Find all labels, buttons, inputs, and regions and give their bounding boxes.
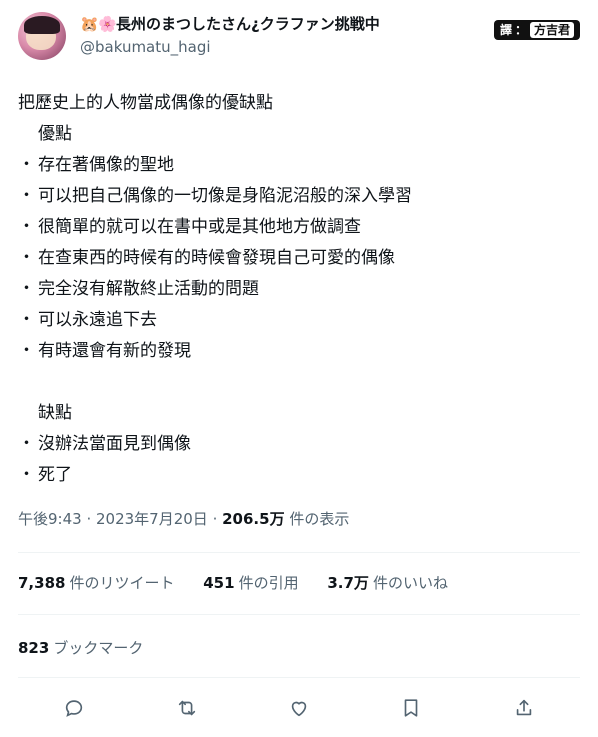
bookmark-icon	[405, 699, 418, 717]
post-time[interactable]: 午後9:43	[18, 510, 82, 528]
section-heading: 優點	[38, 124, 72, 144]
bullet-mark: ・	[18, 465, 35, 485]
quotes-count: 451	[203, 574, 235, 592]
likes-stat[interactable]: 3.7万 件のいいね	[327, 572, 448, 593]
bookmark-button[interactable]	[395, 692, 427, 724]
quotes-label: 件の引用	[238, 574, 299, 592]
list-item-text: 可以永遠追下去	[38, 310, 157, 330]
translator-badge: 譯：方吉君	[493, 20, 580, 40]
post-date[interactable]: 2023年7月20日	[96, 510, 208, 528]
retweets-label: 件のリツイート	[69, 574, 175, 592]
bullet-mark: ・	[18, 217, 35, 237]
list-item-text: 沒辦法當面見到偶像	[38, 434, 191, 454]
list-item: ・在查東西的時候有的時候會發現自己可愛的偶像	[18, 243, 578, 274]
list-item: ・可以永遠追下去	[18, 305, 578, 336]
list-item-text: 死了	[38, 465, 72, 485]
likes-count: 3.7万	[327, 574, 369, 592]
display-name: 長州のまつしたさん¿クラファン挑戦中	[116, 15, 380, 33]
retweet-button[interactable]	[171, 692, 203, 724]
list-item: ・可以把自己偶像的一切像是身陷泥沼般的深入學習	[18, 181, 578, 212]
bookmarks-label: ブックマーク	[53, 639, 144, 657]
divider	[18, 677, 580, 678]
meta-separator: ·	[81, 510, 96, 528]
bookmarks-stat[interactable]: 823 ブックマーク	[18, 637, 143, 658]
hamster-emoji-icon: 🐹	[80, 15, 99, 33]
quotes-stat[interactable]: 451 件の引用	[203, 572, 298, 593]
likes-label: 件のいいね	[372, 574, 448, 592]
divider	[18, 552, 580, 553]
like-button[interactable]	[283, 692, 315, 724]
section-heading: 缺點	[38, 403, 72, 423]
retweets-count: 7,388	[18, 574, 66, 592]
reply-icon	[66, 700, 83, 717]
list-item: ・有時還會有新的發現	[18, 336, 578, 367]
bullet-mark: ・	[18, 341, 35, 361]
post-meta: 午後9:43 · 2023年7月20日 · 206.5万 件の表示	[18, 508, 349, 529]
author-block: 🐹🌸長州のまつしたさん¿クラファン挑戦中 @bakumatu_hagi	[80, 14, 380, 58]
list-item: ・死了	[18, 460, 578, 491]
blossom-emoji-icon: 🌸	[98, 15, 117, 33]
views-label: 件の表示	[284, 510, 350, 528]
divider	[18, 614, 580, 615]
translator-separator: ：	[514, 23, 527, 37]
views-count: 206.5万	[222, 510, 285, 528]
list-item-text: 可以把自己偶像的一切像是身陷泥沼般的深入學習	[38, 186, 412, 206]
retweet-icon	[178, 700, 195, 716]
meta-separator: ·	[207, 510, 223, 528]
handle[interactable]: @bakumatu_hagi	[80, 36, 380, 58]
like-icon	[291, 701, 307, 717]
bullet-mark: ・	[18, 310, 35, 330]
share-icon	[516, 699, 531, 716]
action-bar	[18, 692, 580, 724]
retweets-stat[interactable]: 7,388 件のリツイート	[18, 572, 174, 593]
list-item-text: 很簡單的就可以在書中或是其他地方做調查	[38, 217, 361, 237]
list-item: ・完全沒有解散終止活動的問題	[18, 274, 578, 305]
translator-name: 方吉君	[529, 22, 574, 38]
list-item-text: 完全沒有解散終止活動的問題	[38, 279, 259, 299]
list-item: ・存在著偶像的聖地	[18, 150, 578, 181]
bullet-mark: ・	[18, 186, 35, 206]
post-title-line: 把歷史上的人物當成偶像的優缺點	[18, 93, 273, 113]
post-stats: 7,388 件のリツイート 451 件の引用 3.7万 件のいいね	[18, 572, 472, 593]
avatar[interactable]	[18, 12, 66, 60]
bullet-mark: ・	[18, 155, 35, 175]
reply-button[interactable]	[58, 692, 90, 724]
post-body: 把歷史上的人物當成偶像的優缺點 優點・存在著偶像的聖地・可以把自己偶像的一切像是身…	[18, 88, 578, 491]
share-button[interactable]	[508, 692, 540, 724]
list-item-text: 存在著偶像的聖地	[38, 155, 174, 175]
bullet-mark: ・	[18, 434, 35, 454]
list-item: ・很簡單的就可以在書中或是其他地方做調查	[18, 212, 578, 243]
display-name-row[interactable]: 🐹🌸長州のまつしたさん¿クラファン挑戦中	[80, 14, 380, 34]
bookmarks-count: 823	[18, 639, 50, 657]
bullet-mark: ・	[18, 279, 35, 299]
post-header: 🐹🌸長州のまつしたさん¿クラファン挑戦中 @bakumatu_hagi 譯：方吉…	[18, 12, 580, 64]
list-item-text: 有時還會有新的發現	[38, 341, 191, 361]
bullet-mark: ・	[18, 248, 35, 268]
list-item-text: 在查東西的時候有的時候會發現自己可愛的偶像	[38, 248, 395, 268]
list-item: ・沒辦法當面見到偶像	[18, 429, 578, 460]
translator-label: 譯	[499, 23, 512, 37]
